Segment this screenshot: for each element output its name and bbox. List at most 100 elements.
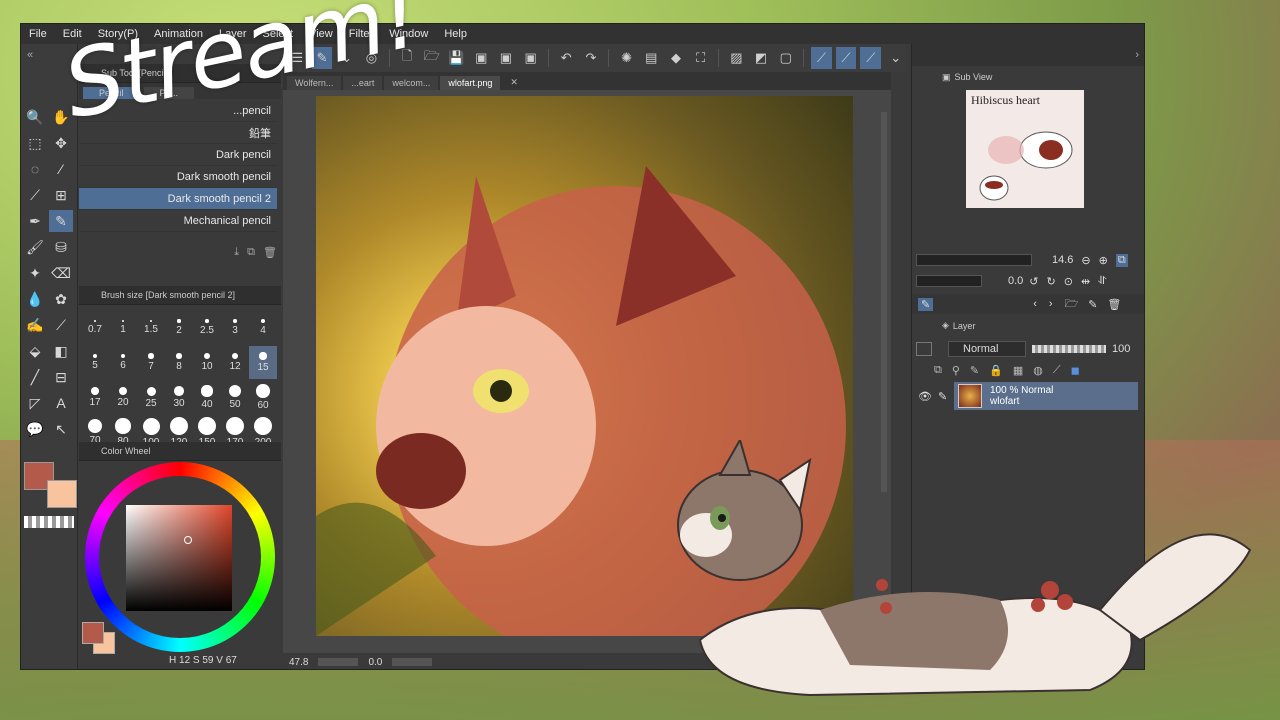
brush-size-option[interactable]: 50	[221, 381, 249, 414]
selection-launcher-icon[interactable]: ▢	[775, 47, 796, 69]
menu-help[interactable]: Help	[436, 28, 475, 40]
snap-special-ruler-icon[interactable]: ⟋	[835, 47, 857, 69]
angle-slider[interactable]	[392, 658, 433, 666]
zoom-out-icon[interactable]: ⊖	[1081, 254, 1090, 267]
layer-color-toggle[interactable]	[916, 342, 932, 356]
collapse-icon[interactable]: «	[27, 49, 33, 61]
undo-icon[interactable]: ↶	[556, 47, 577, 69]
duplicate-icon[interactable]: ⧉	[247, 246, 255, 259]
eye-icon[interactable]: 👁	[918, 390, 932, 403]
navigator-angle-slider[interactable]	[916, 275, 982, 287]
brush-size-option[interactable]: 7	[137, 346, 165, 379]
loading-icon[interactable]: ✺	[616, 47, 637, 69]
rotate-right-icon[interactable]: ↻	[1047, 275, 1056, 288]
hand-tool-icon[interactable]: ✋	[49, 106, 73, 128]
pencil-tool-icon[interactable]: ✎	[49, 210, 73, 232]
fit-icon[interactable]: ⧉	[1115, 253, 1128, 267]
brush-item-selected[interactable]: Dark smooth pencil 2	[79, 188, 277, 210]
sub-view-thumbnail[interactable]: Hibiscus heart	[966, 90, 1084, 208]
bucket-tool-icon[interactable]: ⬙	[23, 340, 47, 362]
brush-item[interactable]: Dark pencil	[79, 144, 277, 166]
decoration-tool-icon[interactable]: ✿	[49, 288, 73, 310]
brush-size-option[interactable]: 3	[221, 311, 249, 344]
navigator-zoom-value[interactable]: 14.6	[1052, 254, 1073, 266]
zoom-readout[interactable]: 47.8	[289, 657, 308, 668]
brush-item[interactable]: Dark smooth pencil	[79, 166, 277, 188]
layer-color-icon[interactable]: ◼	[1071, 364, 1080, 377]
color-picker-handle[interactable]	[184, 536, 192, 544]
brush-size-option[interactable]: 5	[81, 346, 109, 379]
mask-icon[interactable]: ◍	[1033, 364, 1043, 377]
export-jpg-icon[interactable]: ▣	[471, 47, 492, 69]
correct-line-tool-icon[interactable]: ↖	[49, 418, 73, 440]
stamp-tool-icon[interactable]: ⛁	[49, 236, 73, 258]
navigator-zoom-slider[interactable]	[916, 254, 1032, 266]
chevron-right-icon[interactable]: ›	[1135, 49, 1139, 61]
export-psd-icon[interactable]: ▣	[520, 47, 541, 69]
select-none-icon[interactable]: ▨	[726, 47, 747, 69]
transparent-color-swatch[interactable]	[24, 516, 74, 528]
gradient-tool-icon[interactable]: ◧	[49, 340, 73, 362]
brush-size-option[interactable]: 4	[249, 311, 277, 344]
text-tool-icon[interactable]: A	[49, 392, 73, 414]
zoom-tool-icon[interactable]: 🔍	[23, 106, 47, 128]
angle-readout[interactable]: 0.0	[368, 657, 382, 668]
brush-size-option[interactable]: 30	[165, 381, 193, 414]
download-icon[interactable]: ⤓	[234, 246, 239, 259]
zoom-in-icon[interactable]: ⊕	[1099, 254, 1108, 267]
reset-rotation-icon[interactable]: ⊙	[1064, 275, 1073, 288]
chevron-right-icon[interactable]: ›	[1049, 298, 1053, 310]
layer-tab[interactable]: ◈ Layer	[942, 320, 975, 331]
eyedropper-icon[interactable]: ✎	[918, 297, 934, 311]
balloon-tool-icon[interactable]: 💬	[23, 418, 47, 440]
menu-file[interactable]: File	[21, 28, 55, 40]
frame-tool-icon[interactable]: ⊟	[49, 366, 73, 388]
brush-size-option[interactable]: 6	[109, 346, 137, 379]
main-color-swatch[interactable]	[82, 622, 104, 644]
brush-size-option[interactable]: 1.5	[137, 311, 165, 344]
snap-grid-icon[interactable]: ⟋	[860, 47, 882, 69]
brush-size-option[interactable]: 20	[109, 381, 137, 414]
brush-size-option[interactable]: 12	[221, 346, 249, 379]
opacity-slider[interactable]	[1032, 345, 1106, 353]
invert-selection-icon[interactable]: ◩	[751, 47, 772, 69]
close-icon[interactable]: ✕	[502, 75, 526, 90]
layer-row[interactable]: 100 % Normal wlofart	[954, 382, 1138, 410]
edit-icon[interactable]: ✎	[1088, 298, 1097, 311]
brush-size-option[interactable]: 0.7	[81, 311, 109, 344]
navigator-angle-value[interactable]: 0.0	[1008, 275, 1023, 287]
flip-horizontal-icon[interactable]: ⇹	[1081, 275, 1090, 288]
lock-transparency-icon[interactable]: ▦	[1013, 364, 1023, 377]
draft-icon[interactable]: ✎	[970, 364, 979, 377]
grid-tool-icon[interactable]: ⊞	[49, 184, 73, 206]
magic-wand-icon[interactable]: ⁄	[49, 158, 73, 180]
export-png-icon[interactable]: ▣	[496, 47, 517, 69]
saturation-value-square[interactable]	[126, 505, 232, 611]
lock-icon[interactable]: 🔒	[989, 364, 1003, 377]
trash-icon[interactable]: 🗑	[263, 246, 277, 259]
airbrush-tool-icon[interactable]: ✦	[23, 262, 47, 284]
fill-pen-icon[interactable]: ✍	[23, 314, 47, 336]
brush-size-option[interactable]: 2	[165, 311, 193, 344]
eraser-tool-icon[interactable]: ⌫	[49, 262, 73, 284]
vertical-scrollbar[interactable]	[881, 112, 887, 492]
sub-view-tab[interactable]: ▣ Sub View	[942, 68, 992, 86]
blend-mode-select[interactable]: Normal	[948, 341, 1026, 357]
brush-size-option[interactable]: 25	[137, 381, 165, 414]
brush-size-option[interactable]: 10	[193, 346, 221, 379]
redo-icon[interactable]: ↷	[581, 47, 602, 69]
clip-icon[interactable]: ⧉	[934, 364, 942, 377]
opacity-value[interactable]: 100	[1112, 343, 1130, 355]
transform-icon[interactable]: ⛶	[690, 47, 711, 69]
rotate-left-icon[interactable]: ↺	[1029, 275, 1038, 288]
eyedropper-tool-icon[interactable]: ⟋	[23, 184, 47, 206]
doc-tab[interactable]: welcom...	[384, 76, 439, 90]
brush-item[interactable]: Mechanical pencil	[79, 210, 277, 232]
chevron-left-icon[interactable]: ‹	[1033, 298, 1037, 310]
ruler-icon[interactable]: ⟋	[1053, 364, 1061, 377]
brush-size-option[interactable]: 2.5	[193, 311, 221, 344]
pen-tool-icon[interactable]: ✒	[23, 210, 47, 232]
brush-size-option[interactable]: 40	[193, 381, 221, 414]
open-folder-icon[interactable]: 🗁	[1065, 295, 1079, 314]
brush-size-option[interactable]: 15	[249, 346, 277, 379]
